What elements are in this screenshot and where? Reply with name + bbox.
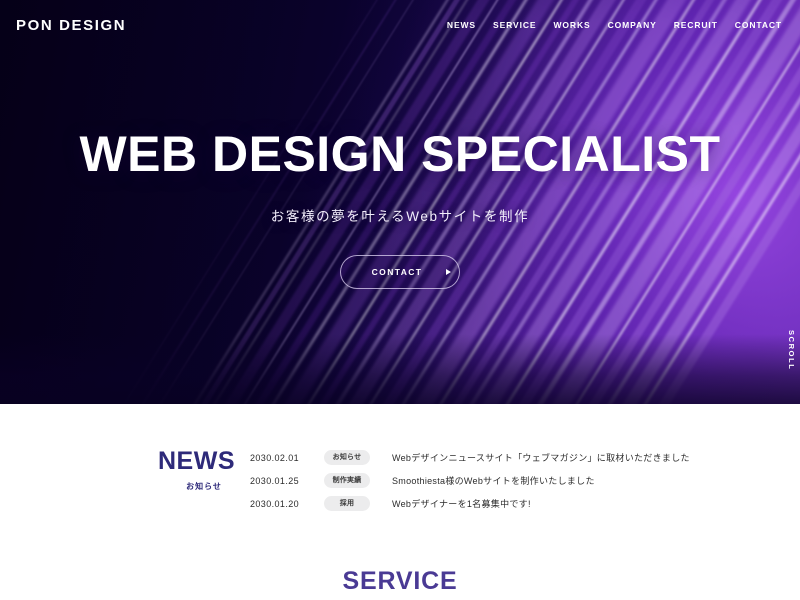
news-item-tag-badge: 制作実績 bbox=[324, 473, 370, 488]
site-header: PON DESIGN NEWS SERVICE WORKS COMPANY RE… bbox=[0, 0, 800, 50]
service-heading: SERVICE bbox=[342, 567, 458, 595]
news-list-item[interactable]: 2030.01.25 制作実績 Smoothiesta様のWebサイトを制作いたしま… bbox=[250, 469, 800, 492]
news-section: NEWS お知らせ 2030.02.01 お知らせ Webデザインニュースサイト「ウ… bbox=[0, 404, 800, 515]
news-heading: NEWS bbox=[158, 447, 235, 475]
hero-contact-button[interactable]: CONTACT bbox=[340, 254, 460, 289]
hero-section: PON DESIGN NEWS SERVICE WORKS COMPANY RE… bbox=[0, 0, 800, 404]
news-list-item[interactable]: 2030.01.20 採用 Webデザイナーを1名募集中です! bbox=[250, 492, 800, 515]
news-item-tag-badge: 採用 bbox=[324, 496, 370, 511]
news-list: 2030.02.01 お知らせ Webデザインニュースサイト「ウェブマガジン」に取材… bbox=[250, 444, 800, 515]
news-list-item[interactable]: 2030.02.01 お知らせ Webデザインニュースサイト「ウェブマガジン」に取材… bbox=[250, 446, 800, 469]
nav-item-works[interactable]: WORKS bbox=[553, 20, 590, 30]
nav-item-company[interactable]: COMPANY bbox=[608, 20, 657, 30]
hero-title: WEB DESIGN SPECIALIST bbox=[79, 126, 721, 182]
site-logo[interactable]: PON DESIGN bbox=[16, 17, 126, 34]
scroll-indicator: SCROLL bbox=[787, 330, 796, 371]
nav-item-service[interactable]: SERVICE bbox=[493, 20, 536, 30]
hero-bottom-fade bbox=[0, 334, 800, 404]
news-item-title: Smoothiesta様のWebサイトを制作いたしました bbox=[392, 476, 595, 486]
hero-content: WEB DESIGN SPECIALIST お客様の夢を叶えるWebサイトを制作… bbox=[0, 128, 800, 289]
nav-item-news[interactable]: NEWS bbox=[447, 20, 476, 30]
nav-item-recruit[interactable]: RECRUIT bbox=[674, 20, 718, 30]
news-item-date: 2030.01.25 bbox=[250, 475, 300, 486]
service-section: SERVICE bbox=[0, 515, 800, 594]
main-navigation: NEWS SERVICE WORKS COMPANY RECRUIT CONTA… bbox=[447, 20, 782, 30]
hero-contact-button-label: CONTACT bbox=[371, 266, 423, 277]
triangle-right-icon bbox=[446, 268, 451, 275]
news-item-title: Webデザインニュースサイト「ウェブマガジン」に取材いただきました bbox=[392, 453, 690, 463]
news-heading-subtitle: お知らせ bbox=[186, 482, 222, 491]
news-item-title: Webデザイナーを1名募集中です! bbox=[392, 499, 531, 509]
hero-subtitle: お客様の夢を叶えるWebサイトを制作 bbox=[270, 208, 530, 224]
news-item-date: 2030.01.20 bbox=[250, 498, 300, 509]
nav-item-contact[interactable]: CONTACT bbox=[735, 20, 782, 30]
news-item-tag-badge: お知らせ bbox=[324, 450, 370, 465]
news-item-date: 2030.02.01 bbox=[250, 452, 300, 463]
news-heading-block: NEWS お知らせ bbox=[158, 444, 250, 492]
